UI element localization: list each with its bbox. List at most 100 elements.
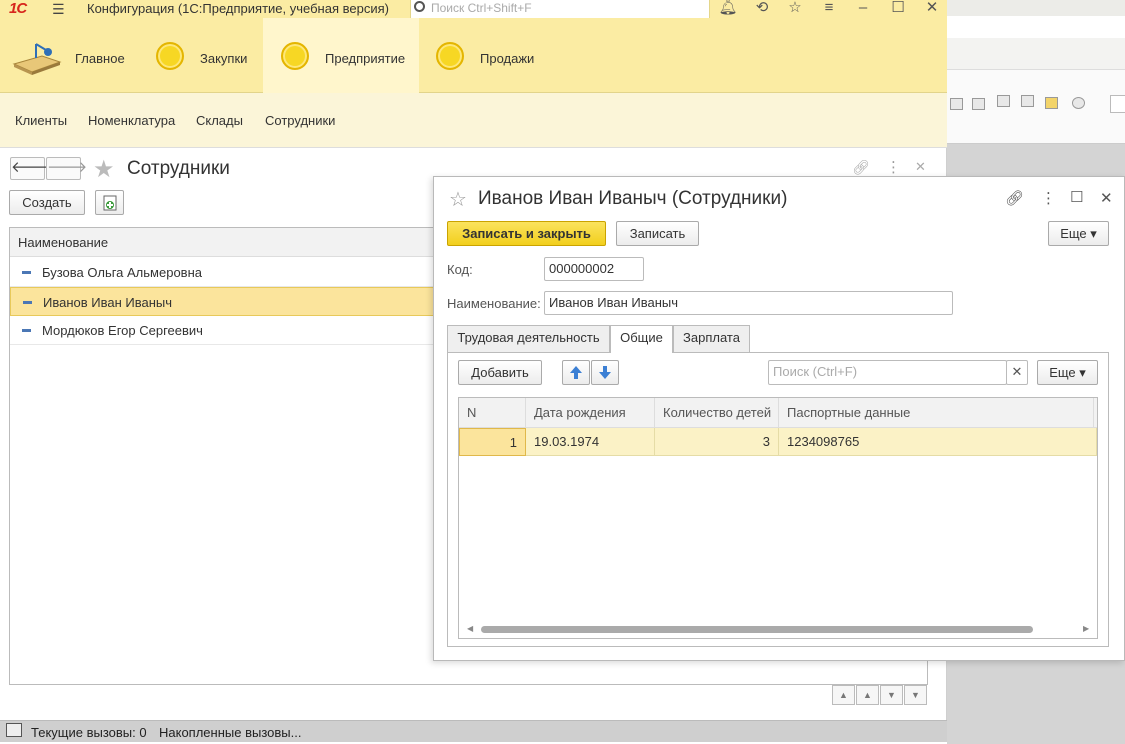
background-app-toolbar	[947, 38, 1125, 70]
copy-document-icon	[103, 195, 116, 211]
name-label: Наименование:	[447, 296, 541, 311]
nav-item-clients[interactable]: Клиенты	[15, 113, 67, 128]
save-and-close-button[interactable]: Записать и закрыть	[447, 221, 606, 246]
code-label: Код:	[447, 262, 473, 277]
add-button[interactable]: Добавить	[458, 360, 542, 385]
link-icon[interactable]: 🔗︎	[852, 159, 870, 176]
status-bar: Текущие вызовы: 0 Накопленные вызовы...	[0, 720, 947, 742]
section-main[interactable]: Главное	[0, 18, 140, 93]
section-label: Закупки	[200, 51, 248, 66]
column-header-name[interactable]: Наименование	[18, 235, 108, 250]
employee-item-form: ☆ Иванов Иван Иваныч (Сотрудники) 🔗︎ ⋮ ☐…	[433, 176, 1125, 661]
title-bar: 1С ☰ Конфигурация (1С:Предприятие, учебн…	[0, 0, 947, 19]
maximize-icon[interactable]: ☐	[888, 0, 908, 18]
menu-icon[interactable]: ☰	[52, 1, 65, 18]
section-label: Главное	[75, 51, 125, 66]
forward-button[interactable]: 🡒	[46, 157, 87, 180]
scroll-down-icon[interactable]: ▼	[880, 685, 903, 705]
toolbar-icon[interactable]	[950, 98, 963, 110]
favorite-star-icon[interactable]: ★	[93, 155, 115, 184]
row-name: Мордюков Егор Сергеевич	[42, 323, 203, 338]
clear-search-icon[interactable]: ✕	[1006, 360, 1028, 385]
global-search-input[interactable]: Поиск Ctrl+Shift+F	[410, 0, 710, 19]
toolbar-icon[interactable]	[1021, 95, 1034, 107]
create-copy-button[interactable]	[95, 190, 124, 215]
background-input[interactable]	[1110, 95, 1125, 113]
desk-lamp-icon	[12, 43, 62, 75]
close-icon[interactable]: ✕	[1100, 189, 1113, 207]
navigation-panel: Клиенты Номенклатура Склады Сотрудники	[0, 93, 947, 148]
scroll-right-icon[interactable]: ▶	[1083, 624, 1089, 633]
table-row[interactable]: 1 19.03.1974 3 1234098765	[459, 428, 1097, 456]
row-name: Бузова Ольга Альмеровна	[42, 265, 202, 280]
arrow-up-icon	[570, 366, 582, 379]
more-button[interactable]: Еще ▾	[1048, 221, 1109, 246]
column-header-passport[interactable]: Паспортные данные	[779, 398, 1094, 428]
section-label: Продажи	[480, 51, 535, 66]
toolbar-icon[interactable]	[972, 98, 985, 110]
create-button[interactable]: Создать	[9, 190, 85, 215]
scroll-to-top-icon[interactable]: ▲	[832, 685, 855, 705]
cell-n[interactable]: 1	[459, 428, 526, 456]
save-button[interactable]: Записать	[616, 221, 699, 246]
nav-item-nomenclature[interactable]: Номенклатура	[88, 113, 175, 128]
scroll-up-icon[interactable]: ▲	[856, 685, 879, 705]
bell-icon[interactable]: 🔔︎	[718, 0, 738, 18]
column-header-birth-date[interactable]: Дата рождения	[526, 398, 655, 428]
tab-salary[interactable]: Зарплата	[673, 325, 750, 352]
minimize-icon[interactable]: –	[853, 0, 873, 18]
settings-menu-icon[interactable]: ≡	[819, 0, 839, 18]
row-name: Иванов Иван Иваныч	[43, 295, 173, 310]
favorite-star-icon[interactable]: ☆	[449, 187, 467, 212]
background-app-command-bar	[947, 70, 1125, 144]
arrow-down-icon	[599, 366, 611, 379]
table-search-input[interactable]: Поиск (Ctrl+F)	[768, 360, 1007, 385]
more-options-icon[interactable]: ⋮	[1041, 189, 1056, 207]
code-field[interactable]: 000000002	[544, 257, 644, 281]
table-more-button[interactable]: Еще ▾	[1037, 360, 1098, 385]
current-calls-text: Текущие вызовы: 0	[31, 725, 147, 740]
section-sales[interactable]: Продажи	[419, 18, 549, 93]
scroll-left-icon[interactable]: ◀	[467, 624, 473, 633]
cell-birth-date[interactable]: 19.03.1974	[526, 428, 655, 456]
catalog-item-icon	[22, 329, 31, 332]
history-icon[interactable]: ⟲	[752, 0, 772, 18]
catalog-item-icon	[22, 271, 31, 274]
column-header-children[interactable]: Количество детей	[655, 398, 779, 428]
more-button-label: Еще	[1060, 226, 1087, 241]
maximize-icon[interactable]: ☐	[1070, 188, 1083, 206]
cell-children[interactable]: 3	[655, 428, 779, 456]
toolbar-icon[interactable]	[997, 95, 1010, 107]
horizontal-scrollbar[interactable]	[481, 626, 1033, 633]
move-up-button[interactable]	[562, 360, 590, 385]
search-icon	[414, 1, 425, 12]
nav-item-employees[interactable]: Сотрудники	[265, 113, 335, 128]
cell-passport[interactable]: 1234098765	[779, 428, 1097, 456]
accumulated-calls-text[interactable]: Накопленные вызовы...	[159, 725, 301, 740]
star-icon[interactable]: ☆	[785, 0, 805, 18]
tab-employment[interactable]: Трудовая деятельность	[447, 325, 610, 352]
back-button[interactable]: 🡐	[10, 157, 51, 180]
clock-icon[interactable]	[1072, 97, 1085, 109]
name-field[interactable]: Иванов Иван Иваныч	[544, 291, 953, 315]
close-icon[interactable]: ✕	[922, 0, 942, 18]
close-icon[interactable]: ✕	[915, 159, 926, 175]
toolbar-icon[interactable]	[1045, 97, 1058, 109]
move-down-button[interactable]	[591, 360, 619, 385]
windows-icon[interactable]	[6, 723, 22, 737]
table-header: N Дата рождения Количество детей Паспорт…	[459, 398, 1097, 428]
more-options-icon[interactable]: ⋮	[886, 158, 901, 176]
section-enterprise[interactable]: Предприятие	[263, 18, 419, 93]
tab-general[interactable]: Общие	[610, 325, 673, 353]
column-header-n[interactable]: N	[459, 398, 526, 428]
link-icon[interactable]: 🔗︎	[1005, 189, 1024, 207]
section-purchases[interactable]: Закупки	[140, 18, 263, 93]
app-title: Конфигурация (1С:Предприятие, учебная ве…	[87, 1, 389, 16]
scroll-to-bottom-icon[interactable]: ▼	[904, 685, 927, 705]
background-app-header	[947, 16, 1125, 38]
nav-item-warehouses[interactable]: Склады	[196, 113, 243, 128]
section-circle-icon	[436, 42, 464, 70]
section-circle-icon	[281, 42, 309, 70]
table-more-label: Еще	[1049, 365, 1076, 380]
general-table: N Дата рождения Количество детей Паспорт…	[458, 397, 1098, 639]
